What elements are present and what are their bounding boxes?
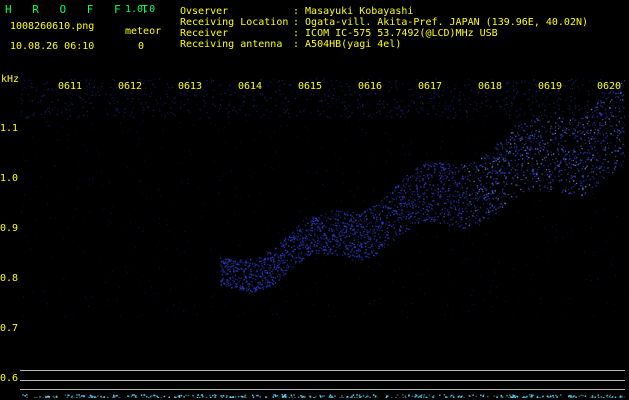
app-version: 1.0.0 bbox=[125, 4, 156, 15]
x-tick-label: 0617 bbox=[418, 81, 443, 92]
y-tick-label: 1.1 bbox=[0, 123, 19, 134]
y-unit-label: kHz bbox=[1, 74, 20, 85]
y-tick-label: 0.6 bbox=[0, 373, 19, 384]
reference-line bbox=[20, 370, 625, 371]
x-tick-label: 0620 bbox=[597, 81, 622, 92]
file-name: 1008260610.png bbox=[10, 21, 95, 32]
x-tick-label: 0615 bbox=[298, 81, 323, 92]
spectrogram-plot bbox=[20, 78, 625, 398]
y-tick-label: 1.0 bbox=[0, 173, 19, 184]
y-tick-label: 0.7 bbox=[0, 323, 19, 334]
x-tick-label: 0616 bbox=[358, 81, 383, 92]
info-value-antenna: : A504HB(yagi 4el) bbox=[293, 39, 402, 50]
info-label-antenna: Receiving antenna bbox=[180, 39, 283, 50]
y-tick-label: 0.9 bbox=[0, 223, 19, 234]
info-value-observer: : Masayuki Kobayashi bbox=[293, 6, 414, 17]
info-label-observer: Ovserver bbox=[180, 6, 229, 17]
y-tick-label: 0.8 bbox=[0, 273, 19, 284]
meteor-label: meteor bbox=[125, 26, 162, 37]
info-label-receiver: Receiver bbox=[180, 28, 229, 39]
meteor-count: 0 bbox=[138, 41, 145, 52]
x-tick-label: 0612 bbox=[118, 81, 143, 92]
info-value-location: : Ogata-vill. Akita-Pref. JAPAN (139.96E… bbox=[293, 17, 589, 28]
x-tick-label: 0618 bbox=[478, 81, 503, 92]
info-value-receiver: : ICOM IC-575 53.7492(@LCD)MHz USB bbox=[293, 28, 498, 39]
x-tick-label: 0619 bbox=[538, 81, 563, 92]
x-tick-label: 0614 bbox=[238, 81, 263, 92]
date-time: 10.08.26 06:10 bbox=[10, 41, 95, 52]
x-tick-label: 0611 bbox=[58, 81, 83, 92]
x-tick-label: 0613 bbox=[178, 81, 203, 92]
info-label-location: Receiving Location bbox=[180, 17, 289, 28]
reference-line bbox=[20, 389, 625, 390]
reference-line bbox=[20, 380, 625, 381]
